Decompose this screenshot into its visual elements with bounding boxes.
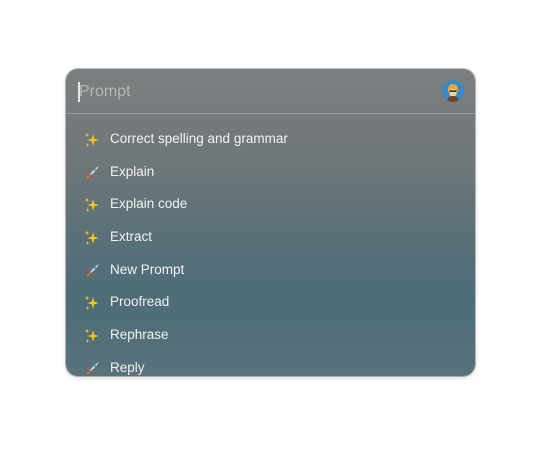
sparkles-icon [83,294,101,312]
command-label: New Prompt [110,261,185,277]
command-list: Correct spelling and grammar Explain Expla… [66,123,475,376]
command-label: Explain code [110,196,188,212]
command-palette: Correct spelling and grammar Explain Expla… [66,69,475,376]
sparkles-icon [83,196,101,214]
sparkles-icon [83,131,101,149]
rocket-icon [83,164,101,182]
search-bar [66,69,475,114]
command-item-explain[interactable]: Explain [66,156,475,189]
command-item-new-prompt[interactable]: New Prompt [66,254,475,287]
command-label: Correct spelling and grammar [110,131,288,146]
rocket-icon [83,262,101,280]
rocket-icon [83,360,101,376]
command-item-correct-spelling-and-grammar[interactable]: Correct spelling and grammar [66,123,475,156]
user-avatar-icon[interactable] [442,80,464,102]
prompt-input[interactable] [79,79,419,105]
command-item-extract[interactable]: Extract [66,221,475,254]
command-label: Rephrase [110,327,169,343]
sparkles-icon [83,327,101,345]
command-label: Explain [110,163,155,179]
command-item-reply[interactable]: Reply [66,352,475,376]
command-label: Extract [110,229,153,245]
command-label: Proofread [110,294,170,310]
command-label: Reply [110,359,145,375]
command-item-explain-code[interactable]: Explain code [66,188,475,221]
sparkles-icon [83,229,101,247]
command-item-rephrase[interactable]: Rephrase [66,319,475,352]
command-item-proofread[interactable]: Proofread [66,286,475,319]
